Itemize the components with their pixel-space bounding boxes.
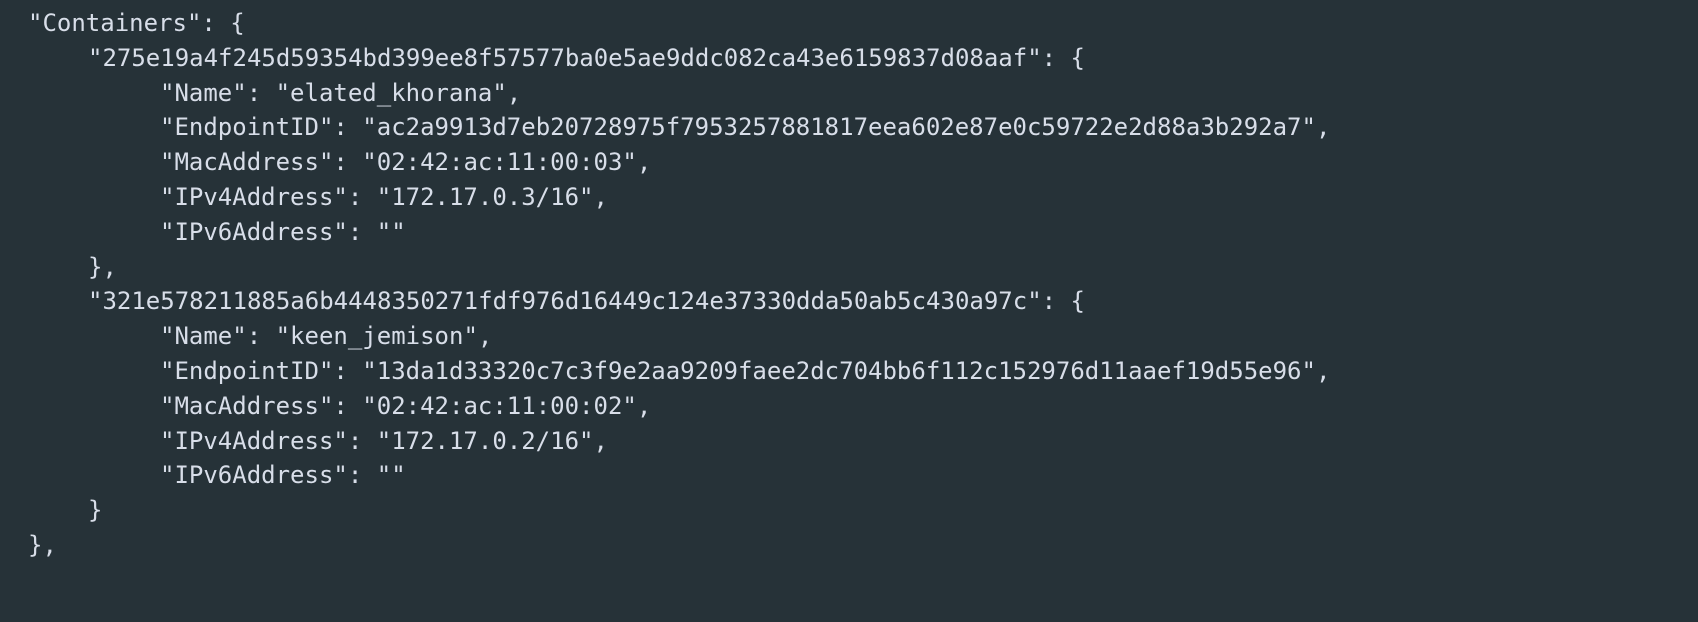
brace-close: }, <box>0 531 57 559</box>
container-field-line: "EndpointID": "13da1d33320c7c3f9e2aa9209… <box>0 357 1330 385</box>
containers-key-line: "Containers": { <box>0 9 245 37</box>
container-id: 321e578211885a6b4448350271fdf976d16449c1… <box>102 287 1027 315</box>
container-ipv4: 172.17.0.3/16 <box>391 183 579 211</box>
container-field-line: "EndpointID": "ac2a9913d7eb20728975f7953… <box>0 113 1330 141</box>
container-ipv4: 172.17.0.2/16 <box>391 427 579 455</box>
container-name: elated_khorana <box>290 79 492 107</box>
container-endpoint: ac2a9913d7eb20728975f7953257881817eea602… <box>377 113 1302 141</box>
container-id-line: "321e578211885a6b4448350271fdf976d16449c… <box>0 287 1085 315</box>
container-endpoint: 13da1d33320c7c3f9e2aa9209faee2dc704bb6f1… <box>377 357 1302 385</box>
json-output: "Containers": { "275e19a4f245d59354bd399… <box>0 0 1698 563</box>
container-field-line: "Name": "keen_jemison", <box>0 322 492 350</box>
container-field-line: "IPv4Address": "172.17.0.3/16", <box>0 183 608 211</box>
container-field-line: "MacAddress": "02:42:ac:11:00:03", <box>0 148 651 176</box>
container-id-line: "275e19a4f245d59354bd399ee8f57577ba0e5ae… <box>0 44 1085 72</box>
container-field-line: "IPv4Address": "172.17.0.2/16", <box>0 427 608 455</box>
brace-close: } <box>0 496 102 524</box>
container-mac: 02:42:ac:11:00:03 <box>377 148 623 176</box>
container-mac: 02:42:ac:11:00:02 <box>377 392 623 420</box>
container-field-line: "Name": "elated_khorana", <box>0 79 521 107</box>
container-id: 275e19a4f245d59354bd399ee8f57577ba0e5ae9… <box>102 44 1027 72</box>
root-key: Containers <box>42 9 187 37</box>
container-field-line: "IPv6Address": "" <box>0 461 406 489</box>
container-field-line: "MacAddress": "02:42:ac:11:00:02", <box>0 392 651 420</box>
container-name: keen_jemison <box>290 322 463 350</box>
brace-close: }, <box>0 253 117 281</box>
container-field-line: "IPv6Address": "" <box>0 218 406 246</box>
